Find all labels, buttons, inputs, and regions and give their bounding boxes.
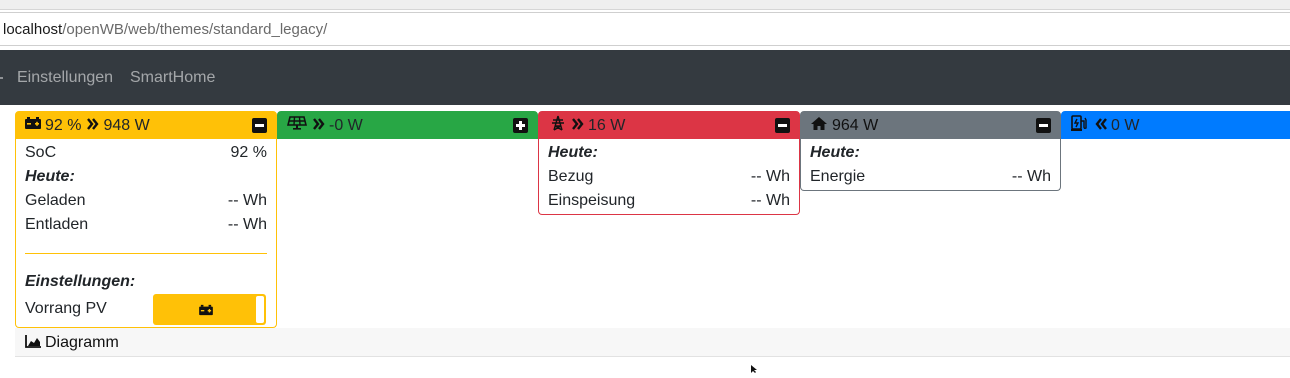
discharged-label: Entladen xyxy=(25,216,89,233)
house-energy-row: Energie -- Wh xyxy=(810,165,1051,189)
top-navbar: Einstellungen SmartHome xyxy=(0,50,1290,105)
house-card-body: Heute: Energie -- Wh xyxy=(800,139,1061,191)
battery-today-heading: Heute: xyxy=(25,168,75,185)
export-value: -- Wh xyxy=(750,192,790,209)
house-today-row: Heute: xyxy=(810,141,1051,165)
url-host: localhost xyxy=(3,21,63,38)
charging-station-icon xyxy=(1071,115,1089,136)
import-value: -- Wh xyxy=(750,168,790,185)
diagram-toggle[interactable]: Diagramm xyxy=(15,328,1290,357)
chargepoint-card-header[interactable]: 0 W xyxy=(1061,111,1290,139)
url-path: /openWB/web/themes/standard_legacy/ xyxy=(62,21,328,38)
url-text[interactable]: localhost/openWB/web/themes/standard_leg… xyxy=(3,21,327,38)
angle-double-right-icon xyxy=(572,117,584,135)
diagram-label: Diagramm xyxy=(45,334,119,351)
energy-label: Energie xyxy=(810,168,866,185)
grid-card-header[interactable]: 16 W xyxy=(538,111,800,139)
battery-settings-heading: Einstellungen: xyxy=(25,273,136,290)
battery-settings-row: Einstellungen: xyxy=(25,270,267,294)
export-label: Einspeisung xyxy=(548,192,636,209)
battery-soc-row: SoC 92 % xyxy=(25,141,267,165)
battery-card-body: SoC 92 % Heute: Geladen -- Wh Entladen -… xyxy=(15,139,277,328)
grid-today-heading: Heute: xyxy=(548,144,598,161)
nav-item-smarthome[interactable]: SmartHome xyxy=(130,69,215,87)
car-battery-icon xyxy=(199,303,213,321)
pv-card-header[interactable]: -0 W xyxy=(277,111,538,139)
minus-square-icon[interactable] xyxy=(252,118,267,133)
angle-double-left-icon xyxy=(1095,117,1107,135)
pv-priority-label: Vorrang PV xyxy=(25,300,107,317)
house-today-heading: Heute: xyxy=(810,144,860,161)
minus-square-icon[interactable] xyxy=(1036,118,1051,133)
home-icon xyxy=(810,116,828,136)
battery-divider xyxy=(25,253,267,254)
grid-card-body: Heute: Bezug -- Wh Einspeisung -- Wh xyxy=(538,139,800,215)
battery-today-row: Heute: xyxy=(25,165,267,189)
battery-discharged-row: Entladen -- Wh xyxy=(25,213,267,237)
energy-value: -- Wh xyxy=(1011,168,1051,185)
battery-power-header: 948 W xyxy=(103,116,150,134)
angle-double-right-icon xyxy=(87,117,100,135)
soc-value: 92 % xyxy=(230,144,267,161)
pv-power-header: -0 W xyxy=(329,116,363,134)
power-tower-icon xyxy=(550,115,566,136)
nav-toggler-edge[interactable] xyxy=(0,77,3,79)
import-label: Bezug xyxy=(548,168,594,185)
browser-toolbar xyxy=(0,0,1290,10)
grid-import-row: Bezug -- Wh xyxy=(548,165,790,189)
minus-square-icon[interactable] xyxy=(775,118,790,133)
address-bar[interactable]: localhost/openWB/web/themes/standard_leg… xyxy=(0,12,1290,46)
house-card-header[interactable]: 964 W xyxy=(800,111,1061,139)
soc-label: SoC xyxy=(25,144,57,161)
nav-item-einstellungen[interactable]: Einstellungen xyxy=(17,69,113,87)
charged-value: -- Wh xyxy=(227,192,267,209)
grid-today-row: Heute: xyxy=(548,141,790,165)
chart-area-icon xyxy=(25,335,41,353)
mouse-cursor-icon xyxy=(751,360,759,378)
car-battery-icon xyxy=(25,116,41,135)
house-power-header: 964 W xyxy=(832,116,879,134)
battery-card-header[interactable]: 92 % 948 W xyxy=(15,111,277,139)
battery-charged-row: Geladen -- Wh xyxy=(25,189,267,213)
angle-double-right-icon xyxy=(313,117,325,135)
pv-priority-toggle[interactable] xyxy=(153,294,266,325)
grid-power-header: 16 W xyxy=(588,116,626,134)
grid-export-row: Einspeisung -- Wh xyxy=(548,189,790,213)
plus-square-icon[interactable] xyxy=(513,118,528,133)
chargepoint-power-header: 0 W xyxy=(1111,116,1140,134)
solar-panel-icon xyxy=(286,116,308,135)
charged-label: Geladen xyxy=(25,192,86,209)
discharged-value: -- Wh xyxy=(227,216,267,233)
toggle-knob[interactable] xyxy=(256,296,264,323)
battery-soc-header: 92 % xyxy=(45,116,82,134)
